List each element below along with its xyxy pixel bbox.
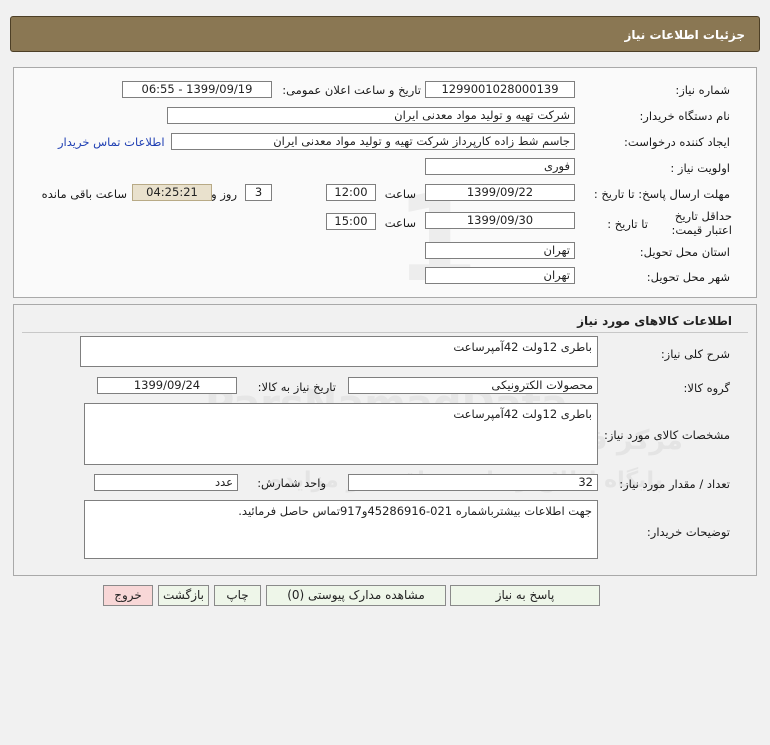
- need-date-field: 1399/09/24: [97, 377, 237, 394]
- validity-time-field: 15:00: [326, 213, 376, 230]
- deadline-label: مهلت ارسال پاسخ: تا تاریخ :: [593, 187, 730, 201]
- validity-time-label: ساعت: [384, 216, 416, 230]
- page-title: جزئیات اطلاعات نیاز: [624, 28, 745, 42]
- announce-label: تاریخ و ساعت اعلان عمومی:: [282, 83, 421, 97]
- remaining-time-field: 04:25:21: [132, 184, 212, 201]
- priority-label: اولویت نیاز :: [670, 161, 730, 175]
- print-button[interactable]: چاپ: [214, 585, 261, 606]
- priority-field: فوری: [425, 158, 575, 175]
- need-number-field: 1299001028000139: [425, 81, 575, 98]
- page-header: جزئیات اطلاعات نیاز: [10, 16, 760, 52]
- goods-section-title: اطلاعات کالاهای مورد نیاز: [577, 314, 732, 328]
- attachments-button[interactable]: مشاهده مدارک پیوستی (0): [266, 585, 446, 606]
- section-divider: [22, 332, 748, 333]
- qty-field: 32: [348, 474, 598, 491]
- requester-field: جاسم شط زاده کارپرداز شرکت تهیه و تولید …: [171, 133, 575, 150]
- deadline-time-field: 12:00: [326, 184, 376, 201]
- spec-field: باطری 12ولت 42آمپرساعت: [84, 403, 598, 465]
- deadline-time-label: ساعت: [384, 187, 416, 201]
- reply-button[interactable]: پاسخ به نیاز: [450, 585, 600, 606]
- need-details-panel: [13, 67, 757, 298]
- unit-field: عدد: [94, 474, 238, 491]
- buyer-org-field: شرکت تهیه و تولید مواد معدنی ایران: [167, 107, 575, 124]
- buyer-contact-link[interactable]: اطلاعات تماس خریدار: [58, 135, 165, 149]
- summary-field: باطری 12ولت 42آمپرساعت: [80, 336, 598, 367]
- goods-group-label: گروه کالا:: [683, 381, 730, 395]
- summary-label: شرح کلی نیاز:: [660, 347, 730, 361]
- validity-to-label: تا تاریخ :: [607, 217, 648, 231]
- need-number-label: شماره نیاز:: [675, 83, 730, 97]
- deadline-date-field: 1399/09/22: [425, 184, 575, 201]
- days-remaining-field: 3: [245, 184, 272, 201]
- remaining-label: ساعت باقی مانده: [41, 187, 127, 201]
- need-date-label: تاریخ نیاز به کالا:: [257, 380, 336, 394]
- announce-field: 1399/09/19 - 06:55: [122, 81, 272, 98]
- province-field: تهران: [425, 242, 575, 259]
- city-field: تهران: [425, 267, 575, 284]
- validity-date-field: 1399/09/30: [425, 212, 575, 229]
- days-label: روز و: [211, 187, 237, 201]
- notes-label: توضیحات خریدار:: [646, 525, 730, 539]
- city-label: شهر محل تحویل:: [646, 270, 730, 284]
- goods-group-field: محصولات الکترونیکی: [348, 377, 598, 394]
- requester-label: ایجاد کننده درخواست:: [624, 135, 730, 149]
- validity-label: حداقل تاریخ اعتبار قیمت:: [671, 209, 733, 237]
- exit-button[interactable]: خروج: [103, 585, 153, 606]
- back-button[interactable]: بازگشت: [158, 585, 209, 606]
- buyer-org-label: نام دستگاه خریدار:: [639, 109, 730, 123]
- unit-label: واحد شمارش:: [257, 476, 326, 490]
- spec-label: مشخصات کالای مورد نیاز:: [603, 428, 730, 442]
- province-label: استان محل تحویل:: [639, 245, 730, 259]
- qty-label: تعداد / مقدار مورد نیاز:: [619, 477, 730, 491]
- notes-field: جهت اطلاعات بیشترباشماره 021-45286916و91…: [84, 500, 598, 559]
